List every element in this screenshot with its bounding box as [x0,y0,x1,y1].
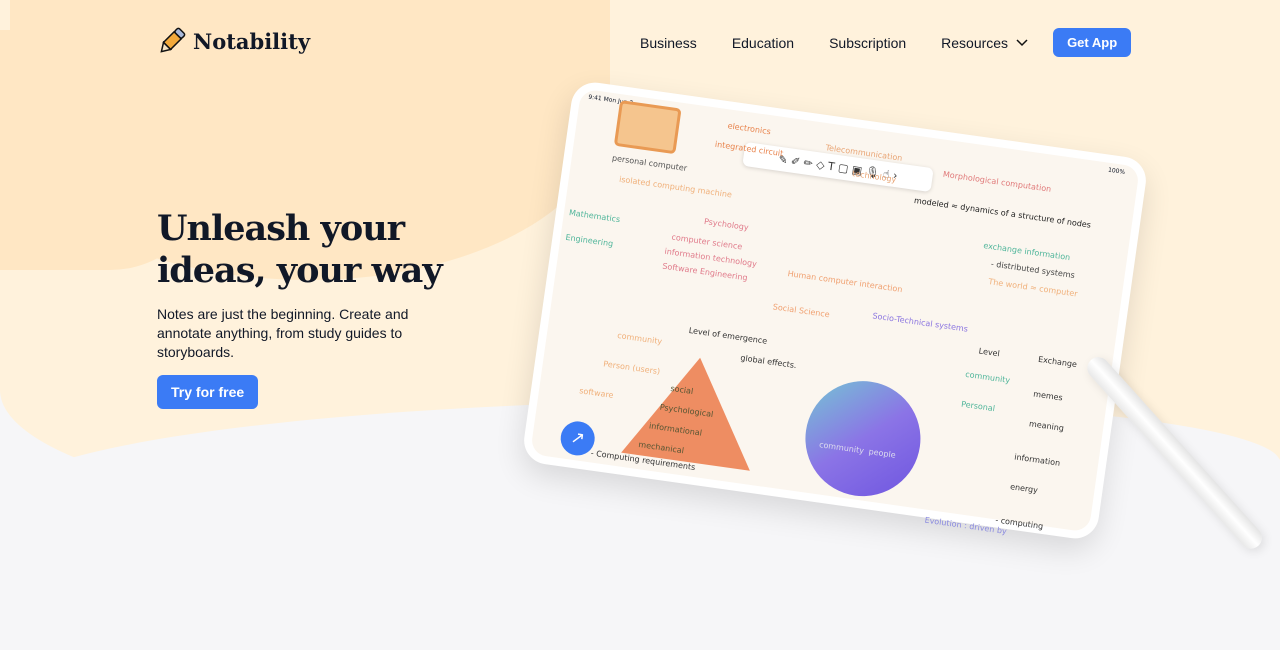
get-app-button[interactable]: Get App [1053,28,1132,57]
globe-drawing [797,373,928,504]
note-text: Personal [960,399,996,414]
tablet-illustration: 9:41 Mon Jun 3 100% ✎ ✐ ✏ ◇ T ▢ ▣ 🎙 ☝ › … [521,79,1149,542]
chevron-down-icon [1016,38,1028,46]
note-text: modeled ≈ dynamics of a structure of nod… [913,195,1092,230]
note-text: electronics [727,121,772,137]
nav-resources-label: Resources [941,34,1009,51]
note-text: - distributed systems [990,259,1076,280]
note-text: Level of emergence [688,325,768,346]
note-text: meaning [1028,419,1065,433]
main-nav: Business Education Subscription Resource… [640,28,1166,57]
pencil-icon [160,27,186,53]
brand-logo[interactable]: Notability [157,27,310,55]
note-text: energy [1009,482,1039,495]
note-text: Socio-Technical systems [872,311,969,334]
hero-subtitle: Notes are just the beginning. Create and… [157,306,409,360]
note-text: Psychology [703,216,750,233]
note-text: Level [978,346,1001,359]
note-text: Morphological computation [942,169,1052,194]
note-text: personal computer [611,153,688,173]
note-text: community [616,331,663,347]
brand-name: Notability [193,28,311,54]
nav-business[interactable]: Business [640,35,697,51]
note-text: memes [1032,389,1064,403]
note-text: software [578,386,615,400]
hero-title: Unleash your ideas, your way [157,208,443,291]
external-link-icon: ↗ [569,427,587,450]
tablet-screen: 9:41 Mon Jun 3 100% ✎ ✐ ✏ ◇ T ▢ ▣ 🎙 ☝ › … [530,88,1140,536]
note-text: information [1013,452,1061,468]
note-text: Mathematics [568,208,621,225]
nav-subscription[interactable]: Subscription [829,35,906,51]
nav-education[interactable]: Education [732,35,794,51]
nav-resources[interactable]: Resources [941,35,1028,51]
note-text: Exchange [1037,354,1078,370]
status-battery: 100% [1107,166,1126,176]
monitor-drawing [613,100,682,155]
note-text: community [964,369,1011,386]
note-text: The world ≈ computer [987,277,1079,299]
note-text: Human computer interaction [787,269,903,295]
note-text: Engineering [564,232,614,249]
note-text: Social Science [772,302,831,320]
try-for-free-button[interactable]: Try for free [157,375,259,409]
note-text: isolated computing machine [618,174,733,200]
